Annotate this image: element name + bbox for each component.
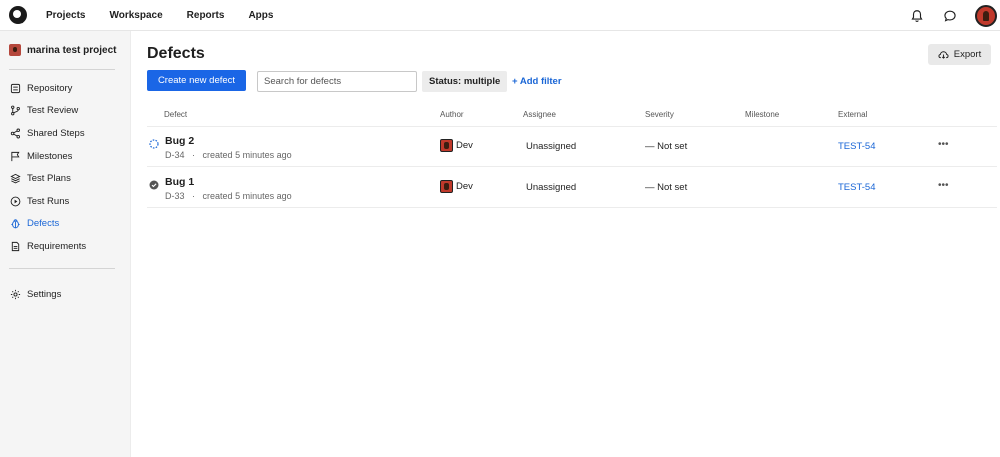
sidebar-item-test-review[interactable]: Test Review [0,100,130,123]
sidebar-item-label: Test Review [27,105,79,117]
create-defect-button[interactable]: Create new defect [147,70,246,91]
project-avatar [9,44,21,56]
layers-icon [10,174,21,184]
bell-icon[interactable] [909,8,925,24]
more-actions-icon[interactable]: ••• [938,180,949,191]
document-icon [11,241,20,252]
sidebar-item-label: Test Runs [27,195,70,207]
severity-cell[interactable]: — Not set [645,141,687,152]
external-link[interactable]: TEST-54 [838,182,876,193]
sidebar-item-test-plans[interactable]: Test Plans [0,167,130,190]
share-icon [10,128,20,139]
defect-id: D-33 [165,191,185,201]
in-progress-status-icon [149,139,159,149]
bug-icon [11,219,20,229]
defect-title[interactable]: Bug 2 [165,135,194,147]
column-header-severity[interactable]: Severity [645,110,674,119]
flag-icon [11,151,20,161]
nav-workspace[interactable]: Workspace [109,10,162,21]
severity-cell[interactable]: — Not set [645,182,687,193]
nav-apps[interactable]: Apps [248,10,273,21]
sidebar-item-requirements[interactable]: Requirements [0,235,130,258]
page-title: Defects [147,45,205,62]
author-name: Dev [456,181,473,192]
column-header-author[interactable]: Author [440,110,464,119]
author-avatar [440,180,453,193]
sidebar-item-label: Shared Steps [27,127,85,139]
row-divider [147,126,997,127]
sidebar-item-label: Defects [27,218,60,230]
defect-created: created 5 minutes ago [202,150,292,160]
list-icon [10,83,21,93]
main-content: Defects Export Create new defect Status:… [132,31,1000,457]
table-row[interactable]: Bug 2 D-34 · created 5 minutes ago Dev U… [147,126,997,167]
defect-meta: D-34 · created 5 minutes ago [165,150,292,160]
sidebar-item-label: Milestones [27,150,73,162]
defect-id: D-34 [165,150,185,160]
gear-icon [10,289,21,299]
project-name: marina test project [27,44,117,56]
sidebar-item-milestones[interactable]: Milestones [0,145,130,168]
author-cell: Dev [440,139,473,152]
user-avatar[interactable] [975,4,997,27]
play-icon [10,196,21,207]
sidebar-item-label: Repository [27,82,73,94]
status-filter[interactable]: Status: multiple [422,71,508,92]
settings-label: Settings [27,288,62,300]
sidebar-nav: Repository Test Review Shared Steps Mile… [0,70,130,258]
add-filter-link[interactable]: + Add filter [512,76,562,87]
defect-meta: D-33 · created 5 minutes ago [165,191,292,201]
nav-reports[interactable]: Reports [187,10,225,21]
sidebar-item-settings[interactable]: Settings [0,283,130,306]
sidebar-item-label: Requirements [27,240,87,252]
sidebar-item-defects[interactable]: Defects [0,213,130,236]
branch-icon [11,106,20,116]
resolved-status-icon [149,180,159,190]
assignee-cell[interactable]: Unassigned [526,182,576,193]
author-name: Dev [456,140,473,151]
defect-title[interactable]: Bug 1 [165,176,194,188]
assignee-cell[interactable]: Unassigned [526,141,576,152]
defect-created: created 5 minutes ago [202,191,292,201]
meta-separator: · [192,150,196,160]
column-header-milestone[interactable]: Milestone [745,110,779,119]
column-header-defect[interactable]: Defect [164,110,187,119]
author-avatar [440,139,453,152]
column-header-external[interactable]: External [838,110,867,119]
export-button[interactable]: Export [928,44,991,65]
app-logo-icon[interactable] [9,6,27,24]
more-actions-icon[interactable]: ••• [938,139,949,150]
author-cell: Dev [440,180,473,193]
sidebar: marina test project Repository Test Revi… [0,31,131,457]
table-row[interactable]: Bug 1 D-33 · created 5 minutes ago Dev U… [147,167,997,208]
chat-icon[interactable] [942,8,958,24]
top-nav: Projects Workspace Reports Apps [46,10,297,21]
sidebar-item-label: Test Plans [27,173,71,185]
export-label: Export [953,49,982,60]
meta-separator: · [192,191,196,201]
search-input[interactable] [257,71,417,92]
sidebar-item-shared-steps[interactable]: Shared Steps [0,122,130,145]
sidebar-item-test-runs[interactable]: Test Runs [0,190,130,213]
nav-projects[interactable]: Projects [46,10,85,21]
column-header-assignee[interactable]: Assignee [523,110,556,119]
cloud-download-icon [938,51,949,59]
sidebar-item-repository[interactable]: Repository [0,77,130,100]
top-bar-actions [909,0,1000,31]
external-link[interactable]: TEST-54 [838,141,876,152]
top-bar: Projects Workspace Reports Apps [0,0,1000,31]
project-switcher[interactable]: marina test project [0,31,130,69]
